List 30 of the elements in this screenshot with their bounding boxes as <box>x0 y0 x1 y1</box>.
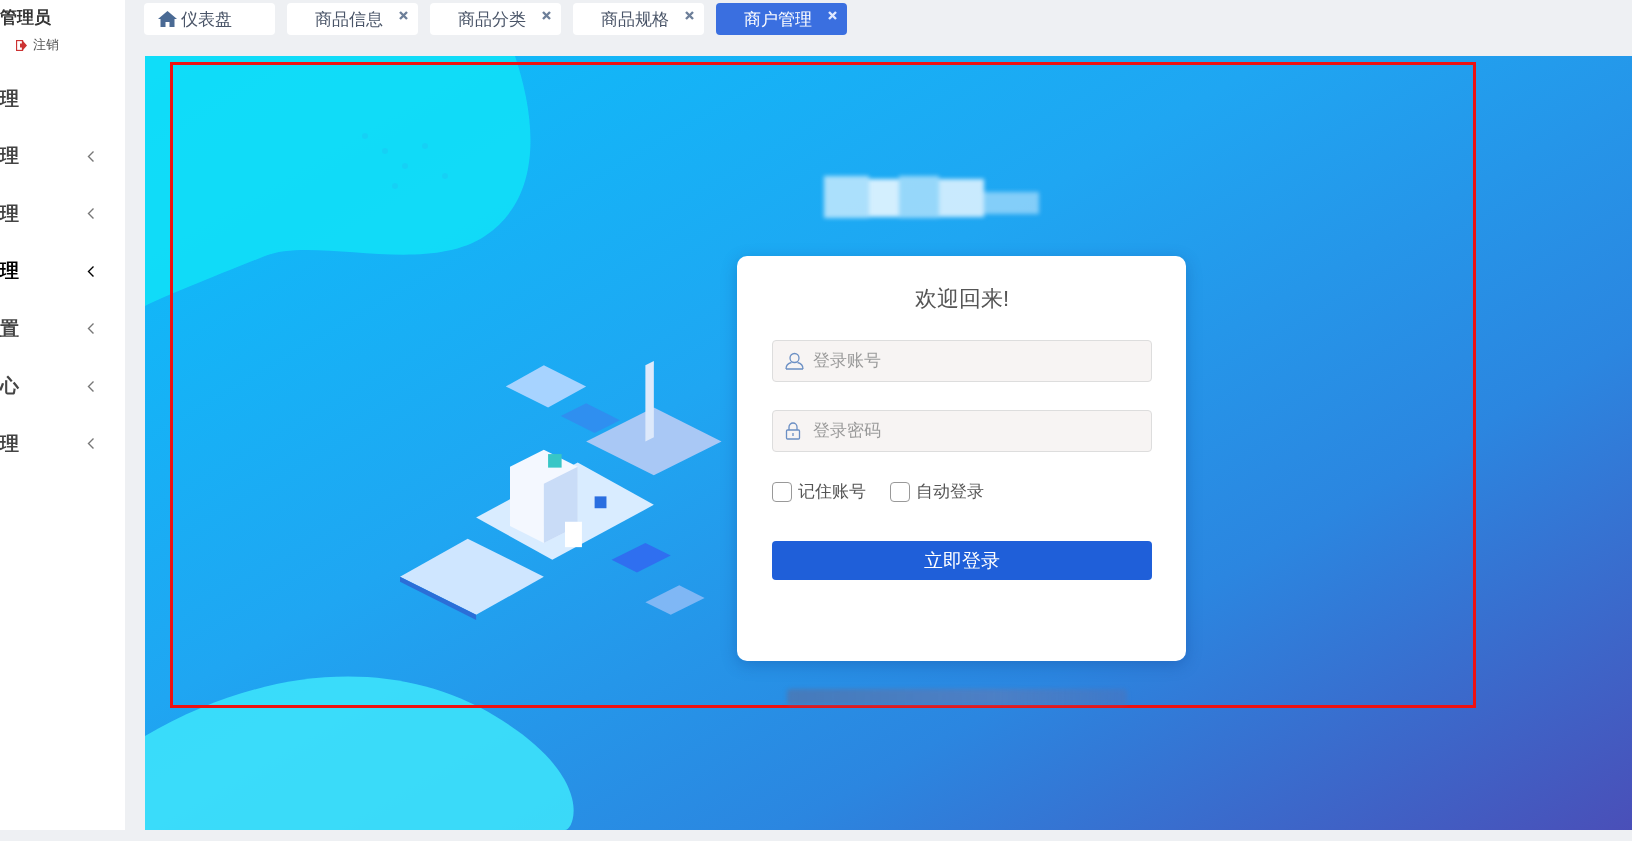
menu-item[interactable]: 置 <box>0 315 19 342</box>
tab[interactable]: 商户管理 <box>716 3 847 35</box>
close-icon[interactable] <box>542 11 551 20</box>
menu-item[interactable]: 理 <box>0 85 19 112</box>
checkbox-label[interactable]: 记住账号 <box>798 480 866 503</box>
tab[interactable]: 商品信息 <box>287 3 418 35</box>
menu-item[interactable]: 理 <box>0 430 19 457</box>
close-icon[interactable] <box>685 11 694 20</box>
menu-item[interactable]: 理 <box>0 258 19 285</box>
checkbox[interactable] <box>890 481 910 502</box>
logout-link[interactable]: 注销 <box>33 36 59 54</box>
password-field[interactable]: 登录密码 <box>772 410 1152 452</box>
menu-item[interactable]: 心 <box>0 373 19 400</box>
close-icon[interactable] <box>399 11 408 20</box>
tab[interactable]: 仪表盘 <box>144 3 275 35</box>
menu-item[interactable]: 理 <box>0 143 19 170</box>
logout-icon[interactable] <box>16 39 27 51</box>
user-name: 管理员 <box>0 7 51 29</box>
tab[interactable]: 商品分类 <box>430 3 561 35</box>
lock-icon <box>785 422 801 440</box>
account-field[interactable]: 登录账号 <box>772 340 1152 382</box>
welcome-heading: 欢迎回来! <box>913 285 1011 313</box>
checkbox[interactable] <box>772 481 792 502</box>
login-button[interactable]: 立即登录 <box>772 541 1152 580</box>
menu-item[interactable]: 理 <box>0 200 19 227</box>
user-icon <box>785 352 804 370</box>
chevron-left-icon[interactable] <box>87 264 95 278</box>
checkbox-label[interactable]: 自动登录 <box>916 480 984 503</box>
home-icon <box>157 11 177 27</box>
tab[interactable]: 商品规格 <box>573 3 704 35</box>
